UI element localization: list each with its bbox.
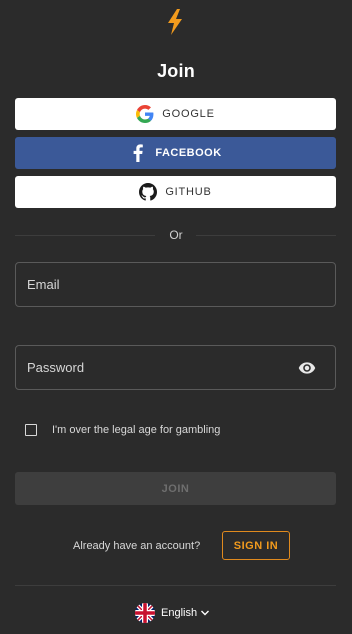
password-input[interactable] [27, 346, 287, 389]
join-button[interactable]: JOIN [15, 472, 336, 505]
github-button-label: GITHUB [165, 186, 212, 198]
password-field[interactable] [15, 345, 336, 390]
chevron-down-icon [201, 610, 210, 616]
facebook-button[interactable]: FACEBOOK [15, 137, 336, 169]
github-button[interactable]: GITHUB [15, 176, 336, 208]
age-checkbox[interactable] [25, 424, 37, 436]
language-label: English [161, 607, 198, 619]
sign-in-button[interactable]: SIGN IN [222, 531, 290, 560]
age-checkbox-label: I'm over the legal age for gambling [52, 424, 221, 436]
facebook-button-label: FACEBOOK [155, 147, 222, 159]
facebook-icon [129, 144, 147, 162]
uk-flag-icon [135, 603, 155, 623]
language-selector[interactable]: English [135, 603, 210, 623]
email-field[interactable] [15, 262, 336, 307]
google-button[interactable]: GOOGLE [15, 98, 336, 130]
lightning-bolt-icon [168, 9, 182, 35]
github-icon [139, 183, 158, 201]
age-checkbox-row[interactable]: I'm over the legal age for gambling [25, 424, 220, 436]
footer-divider [15, 585, 336, 586]
already-account-text: Already have an account? [73, 540, 201, 552]
email-input[interactable] [27, 263, 287, 306]
google-button-label: GOOGLE [162, 108, 215, 120]
page-title: Join [157, 61, 195, 81]
divider-right [196, 235, 336, 236]
google-icon [136, 105, 154, 123]
eye-icon[interactable] [297, 359, 317, 377]
